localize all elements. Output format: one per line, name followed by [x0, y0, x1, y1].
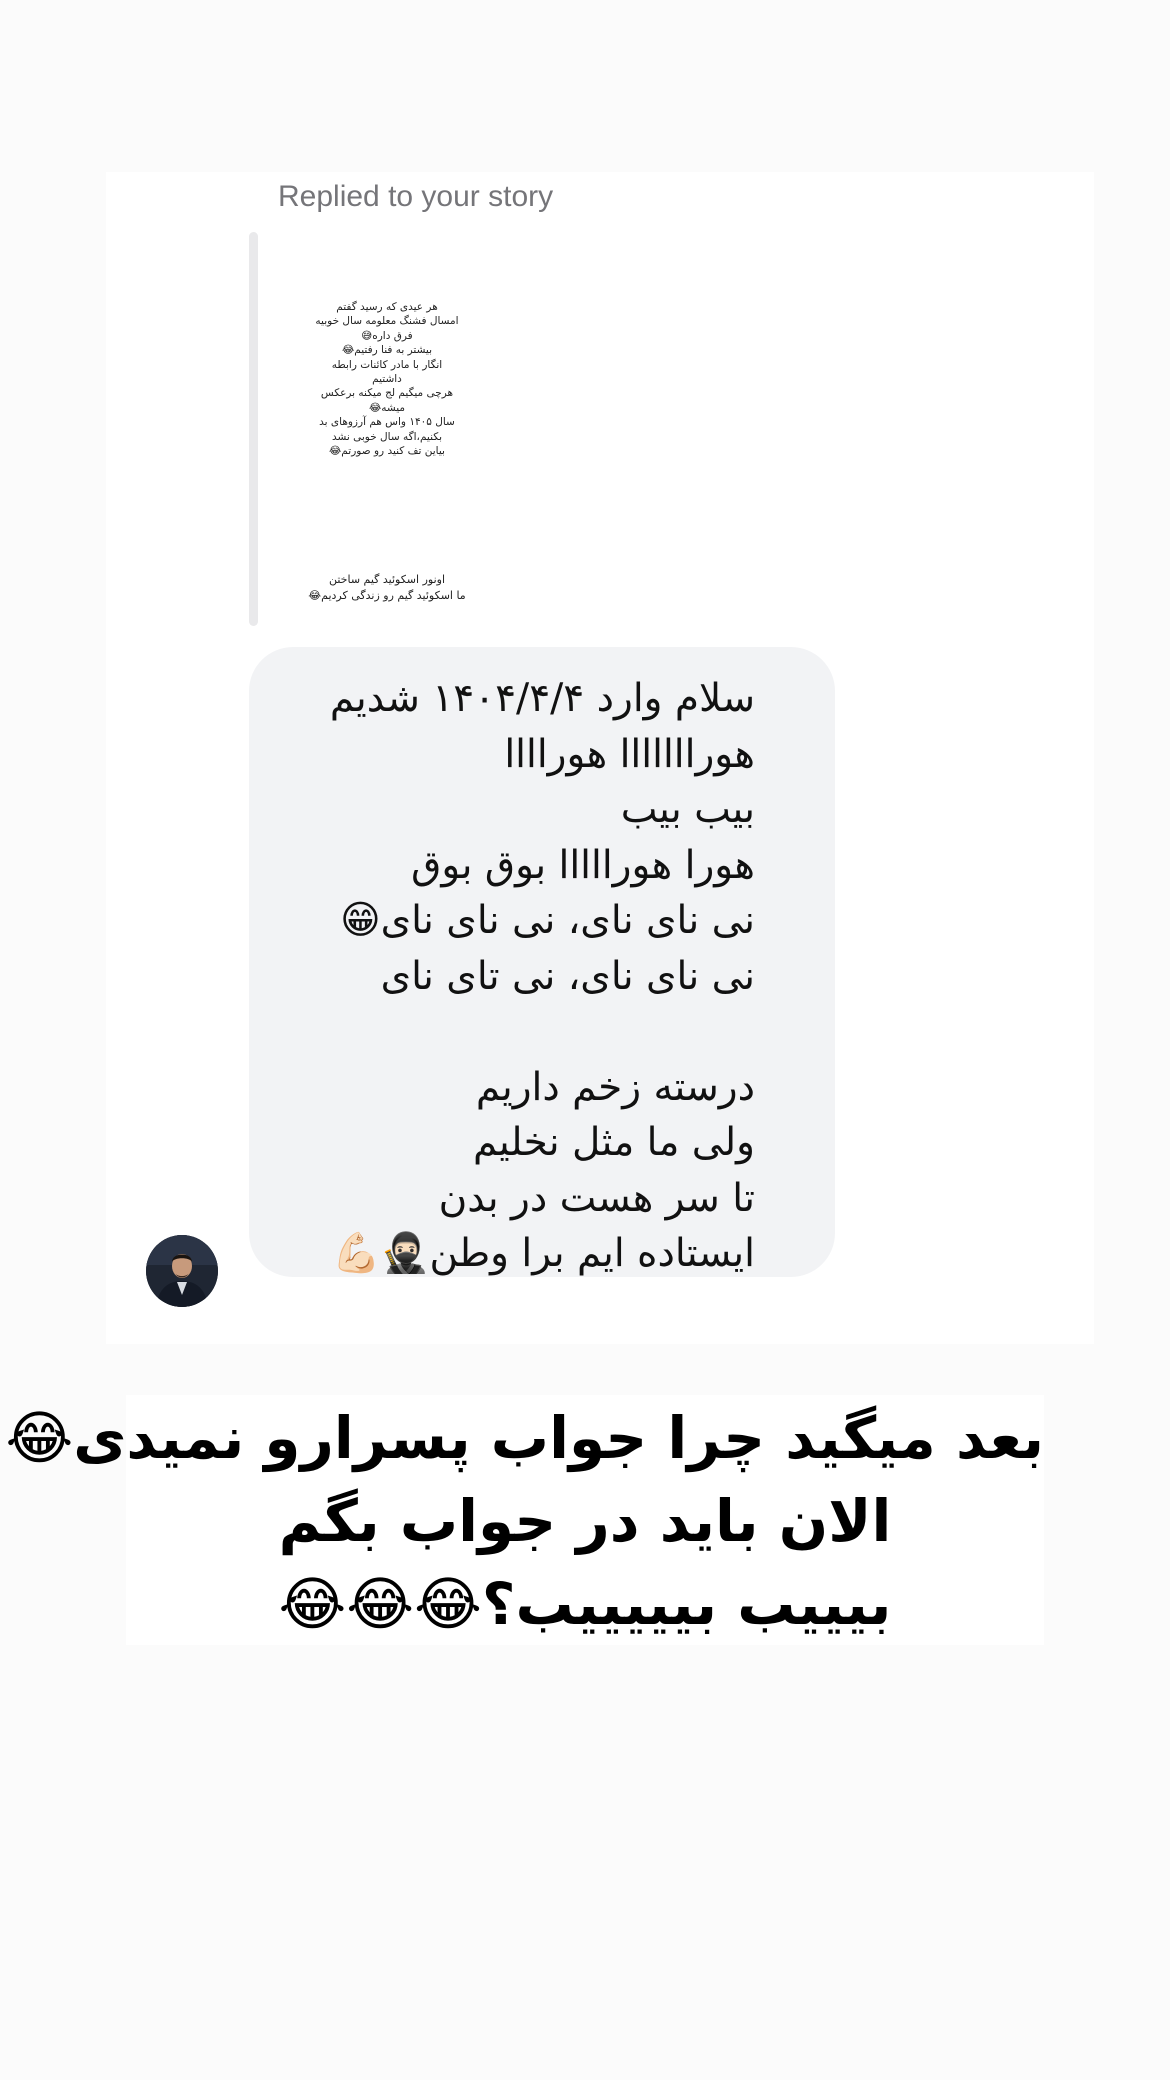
story-text: هر عیدی که رسید گفتم امسال فشنگ معلومه س…: [272, 300, 502, 458]
message-line: تا سر هست در بدن: [438, 1175, 755, 1221]
story-line: انگار با مادر کائنات رابطه: [331, 358, 443, 371]
story-line: فرق داره😅: [361, 329, 413, 342]
message-bubble[interactable]: سلام وارد ۱۴۰۴/۴/۴ شدیم هورااااااا هوراا…: [249, 647, 835, 1277]
story-line: ما اسکوئید گیم رو زندگی کردیم😂: [308, 589, 466, 602]
story-thumbnail[interactable]: هر عیدی که رسید گفتم امسال فشنگ معلومه س…: [272, 232, 502, 626]
story-line: هر عیدی که رسید گفتم: [336, 301, 438, 313]
story-line: بکنیم،اگه سال خوبی نشد: [331, 430, 442, 443]
message-text: سلام وارد ۱۴۰۴/۴/۴ شدیم هورااااااا هوراا…: [281, 671, 755, 1282]
message-line: نی نای نای، نی تای نای: [380, 953, 755, 999]
avatar[interactable]: [146, 1235, 218, 1307]
caption-line: بعد میگید چرا جواب پسرارو نمیدی😂: [5, 1404, 1044, 1472]
caption-line: الان باید در جواب بگم: [278, 1487, 892, 1555]
story-line: میشه😂: [368, 401, 406, 414]
message-line: هورا هورااااا بوق بوق: [411, 842, 755, 888]
message-line: نی نای نای، نی نای نای😁: [339, 898, 755, 943]
story-line: اونور اسکوئید گیم ساختن: [328, 573, 446, 586]
message-line: ولی ما مثل نخلیم: [472, 1120, 755, 1165]
replied-to-story-label: Replied to your story: [278, 180, 554, 213]
story-line: بیاین تف کنید رو صورتم😂: [329, 445, 445, 458]
story-line: امسال فشنگ معلومه سال خوبیه: [315, 315, 459, 328]
message-line: ایستاده ایم برا وطن🥷🏻💪🏻: [332, 1231, 755, 1276]
chat-card: Replied to your story هر عیدی که رسید گف…: [106, 172, 1094, 1344]
story-reply-bar: [249, 232, 258, 626]
caption-line: بیییب بیییییب؟😂😂😂: [278, 1570, 892, 1638]
message-line: درسته زخم داریم: [475, 1064, 755, 1110]
story-caption: بعد میگید چرا جواب پسرارو نمیدی😂 الان با…: [5, 1395, 1044, 1646]
message-line: هورااااااا هوراااا: [504, 731, 755, 777]
caption-text: بعد میگید چرا جواب پسرارو نمیدی😂 الان با…: [5, 1395, 1044, 1646]
story-line: سال ۱۴۰۵ واس هم آرزوهای بد: [319, 416, 455, 429]
message-line: بیب بیب: [620, 787, 755, 832]
avatar-photo: [146, 1235, 218, 1307]
story-line: داشتیم: [372, 373, 402, 386]
story-text-footer: اونور اسکوئید گیم ساختن ما اسکوئید گیم ر…: [272, 572, 502, 604]
story-line: بیشتر به فنا رفتیم😂: [341, 344, 433, 357]
story-line: هرچی میگیم لج میکنه برعکس: [320, 387, 454, 400]
message-line: سلام وارد ۱۴۰۴/۴/۴ شدیم: [329, 676, 755, 721]
message-line: [281, 1004, 755, 1060]
